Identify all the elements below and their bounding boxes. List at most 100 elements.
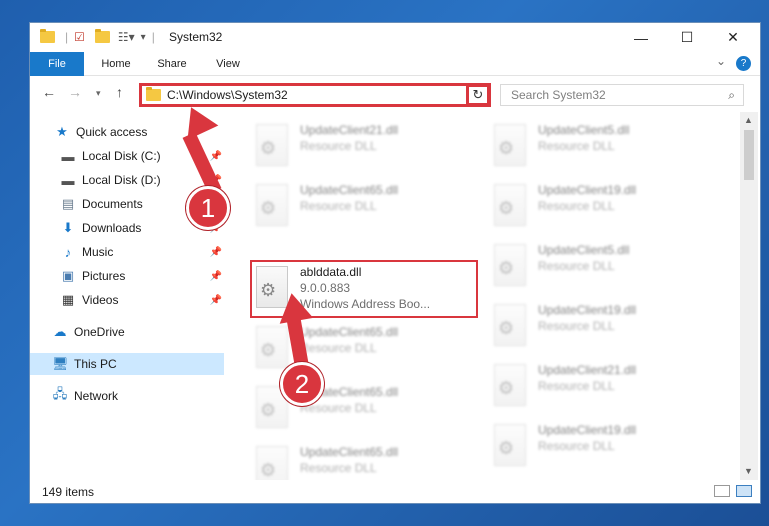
dll-file-icon: [494, 124, 526, 166]
pictures-icon: ▣: [61, 268, 75, 283]
properties-icon[interactable]: ☑: [74, 30, 85, 44]
ribbon: File Home Share View ⌄ ?: [30, 52, 760, 76]
file-name: UpdateClient19.dll: [538, 423, 637, 437]
maximize-button[interactable]: ☐: [664, 23, 710, 52]
nav-item-label: This PC: [74, 357, 117, 371]
scroll-up-icon[interactable]: ▲: [744, 115, 753, 125]
file-name: UpdateClient21.dll: [538, 363, 637, 377]
nav-item-label: Videos: [82, 293, 119, 307]
file-name: UpdateClient21.dll: [300, 123, 399, 137]
file-tile[interactable]: UpdateClient19.dll Resource DLL: [488, 180, 718, 232]
file-tile[interactable]: UpdateClient5.dll Resource DLL: [488, 240, 718, 292]
nav-item-videos[interactable]: ▦ Videos 📌: [30, 289, 224, 311]
nav-item-label: Network: [74, 389, 119, 403]
file-desc: Resource DLL: [538, 199, 615, 213]
download-icon: ⬇: [62, 220, 74, 235]
folder-icon[interactable]: [40, 29, 55, 43]
nav-item-this-pc[interactable]: 🖥 This PC: [30, 353, 224, 375]
window-title: System32: [169, 30, 223, 44]
dll-file-icon: [256, 124, 288, 166]
refresh-button[interactable]: ↻: [466, 84, 490, 106]
dll-file-icon: [494, 184, 526, 226]
pin-icon[interactable]: 📌: [210, 271, 222, 282]
navigation-pane: ★ Quick access ▬ Local Disk (C:) 📌 ▬ Loc…: [30, 112, 224, 480]
pin-icon[interactable]: 📌: [210, 151, 222, 162]
large-icons-view-icon[interactable]: [736, 485, 752, 497]
network-icon: 🖧: [52, 386, 68, 401]
help-icon[interactable]: ?: [736, 56, 751, 71]
search-input[interactable]: Search System32 ⌕: [500, 84, 744, 106]
toolbar-divider: |: [151, 30, 155, 44]
forward-arrow-icon[interactable]: →: [68, 84, 82, 100]
details-view-icon[interactable]: [714, 485, 730, 497]
nav-item-label: OneDrive: [74, 325, 125, 339]
address-row: ← → ▾ ↑ C:\Windows\System32 ⌄ ↻ Search S…: [30, 76, 760, 112]
tab-home[interactable]: Home: [92, 52, 140, 76]
nav-item-local-disk-d[interactable]: ▬ Local Disk (D:) 📌: [30, 169, 224, 191]
file-tile[interactable]: UpdateClient21.dll Resource DLL: [488, 360, 718, 412]
nav-item-label: Music: [82, 245, 114, 259]
customize-toolbar-icon[interactable]: ☷▾: [118, 30, 135, 44]
scroll-down-icon[interactable]: ▼: [744, 466, 753, 476]
explorer-window: | ☑ ☷▾ ▾ | System32 — ☐ ✕ File Home Shar…: [29, 22, 761, 504]
tab-share[interactable]: Share: [148, 52, 196, 76]
vertical-scrollbar[interactable]: ▲ ▼: [740, 112, 758, 480]
file-desc: Resource DLL: [538, 439, 615, 453]
file-tile[interactable]: UpdateClient19.dll Resource DLL: [488, 420, 718, 472]
file-tile[interactable]: UpdateClient65.dll Resource DLL: [250, 322, 480, 374]
tab-file[interactable]: File: [30, 52, 84, 76]
close-button[interactable]: ✕: [710, 23, 756, 52]
documents-icon: ▤: [61, 196, 75, 211]
file-name: UpdateClient65.dll: [300, 325, 399, 339]
cloud-icon: ☁: [53, 324, 67, 339]
dll-file-icon: [494, 424, 526, 466]
item-count: 149 items: [42, 485, 95, 499]
up-arrow-icon[interactable]: ↑: [116, 84, 123, 100]
folder-icon: [146, 87, 161, 101]
nav-item-label: Pictures: [82, 269, 126, 283]
title-bar: | ☑ ☷▾ ▾ | System32 — ☐ ✕: [30, 23, 760, 52]
nav-item-label: Documents: [82, 197, 143, 211]
dll-file-icon: [256, 446, 288, 480]
back-arrow-icon[interactable]: ←: [42, 84, 56, 100]
recent-locations-icon[interactable]: ▾: [96, 88, 101, 99]
nav-item-onedrive[interactable]: ☁ OneDrive: [30, 321, 224, 343]
drive-icon: ▬: [61, 172, 75, 188]
minimize-button[interactable]: —: [618, 23, 664, 52]
nav-item-label: Local Disk (D:): [82, 173, 161, 187]
file-tile[interactable]: UpdateClient5.dll Resource DLL: [488, 120, 718, 172]
file-desc: Resource DLL: [300, 199, 377, 213]
scroll-thumb[interactable]: [744, 130, 754, 180]
file-name: UpdateClient65.dll: [300, 183, 399, 197]
nav-item-label: Quick access: [76, 125, 148, 139]
file-tile[interactable]: UpdateClient19.dll Resource DLL: [488, 300, 718, 352]
file-desc: Resource DLL: [300, 401, 377, 415]
new-folder-icon[interactable]: [94, 29, 110, 43]
file-tile[interactable]: UpdateClient65.dll Resource DLL: [250, 442, 480, 480]
search-icon: ⌕: [728, 87, 735, 102]
tab-view[interactable]: View: [206, 52, 250, 76]
file-name: UpdateClient19.dll: [538, 303, 637, 317]
step-badge-2: 2: [280, 362, 324, 406]
address-bar[interactable]: C:\Windows\System32 ⌄: [139, 83, 491, 107]
search-placeholder: Search System32: [511, 88, 606, 102]
file-tile[interactable]: UpdateClient21.dll Resource DLL: [250, 120, 480, 172]
quick-access-toolbar: | ☑ ☷▾ ▾ |: [40, 29, 155, 45]
pin-icon[interactable]: 📌: [210, 247, 222, 258]
step-badge-1: 1: [186, 186, 230, 230]
file-desc: Resource DLL: [538, 379, 615, 393]
file-desc: Resource DLL: [300, 341, 377, 355]
dll-file-icon: [494, 364, 526, 406]
nav-item-network[interactable]: 🖧 Network: [30, 385, 224, 407]
nav-item-pictures[interactable]: ▣ Pictures 📌: [30, 265, 224, 287]
videos-icon: ▦: [61, 292, 75, 307]
file-desc: Resource DLL: [300, 139, 377, 153]
dropdown-icon[interactable]: ▾: [141, 32, 146, 43]
drive-icon: ▬: [61, 148, 75, 164]
nav-item-label: Local Disk (C:): [82, 149, 161, 163]
toolbar-divider: |: [65, 30, 69, 44]
file-tile[interactable]: UpdateClient65.dll Resource DLL: [250, 180, 480, 232]
ribbon-collapse-icon[interactable]: ⌄: [716, 54, 726, 68]
pin-icon[interactable]: 📌: [210, 295, 222, 306]
nav-item-music[interactable]: ♪ Music 📌: [30, 241, 224, 263]
